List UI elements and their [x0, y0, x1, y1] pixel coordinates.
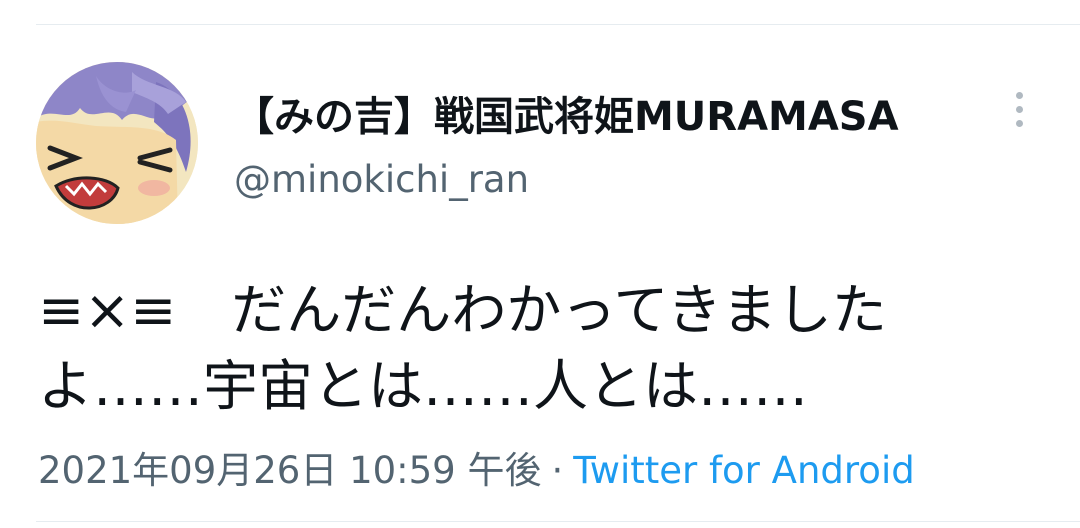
more-dot — [1016, 92, 1023, 99]
tweet-source-link[interactable]: Twitter for Android — [573, 449, 914, 492]
tweet-text: ≡×≡ だんだんわかってきましたよ……宇宙とは……人とは…… — [38, 278, 887, 418]
display-name[interactable]: 【みの吉】戦国武将姫MURAMASA — [234, 84, 899, 142]
bottom-divider — [36, 521, 1080, 522]
more-dot — [1016, 120, 1023, 127]
more-vertical-icon[interactable] — [1004, 88, 1036, 132]
tweet-timestamp[interactable]: 2021年09月26日 10:59 午後 — [38, 449, 541, 492]
avatar-illustration — [36, 62, 198, 224]
top-divider — [36, 24, 1080, 25]
user-handle[interactable]: @minokichi_ran — [234, 158, 529, 201]
avatar[interactable] — [36, 62, 198, 224]
tweet-meta: 2021年09月26日 10:59 午後 · Twitter for Android — [38, 440, 915, 494]
meta-separator: · — [551, 449, 564, 492]
tweet-card: 【みの吉】戦国武将姫MURAMASA @minokichi_ran ≡×≡ だん… — [0, 0, 1080, 528]
more-dot — [1016, 106, 1023, 113]
